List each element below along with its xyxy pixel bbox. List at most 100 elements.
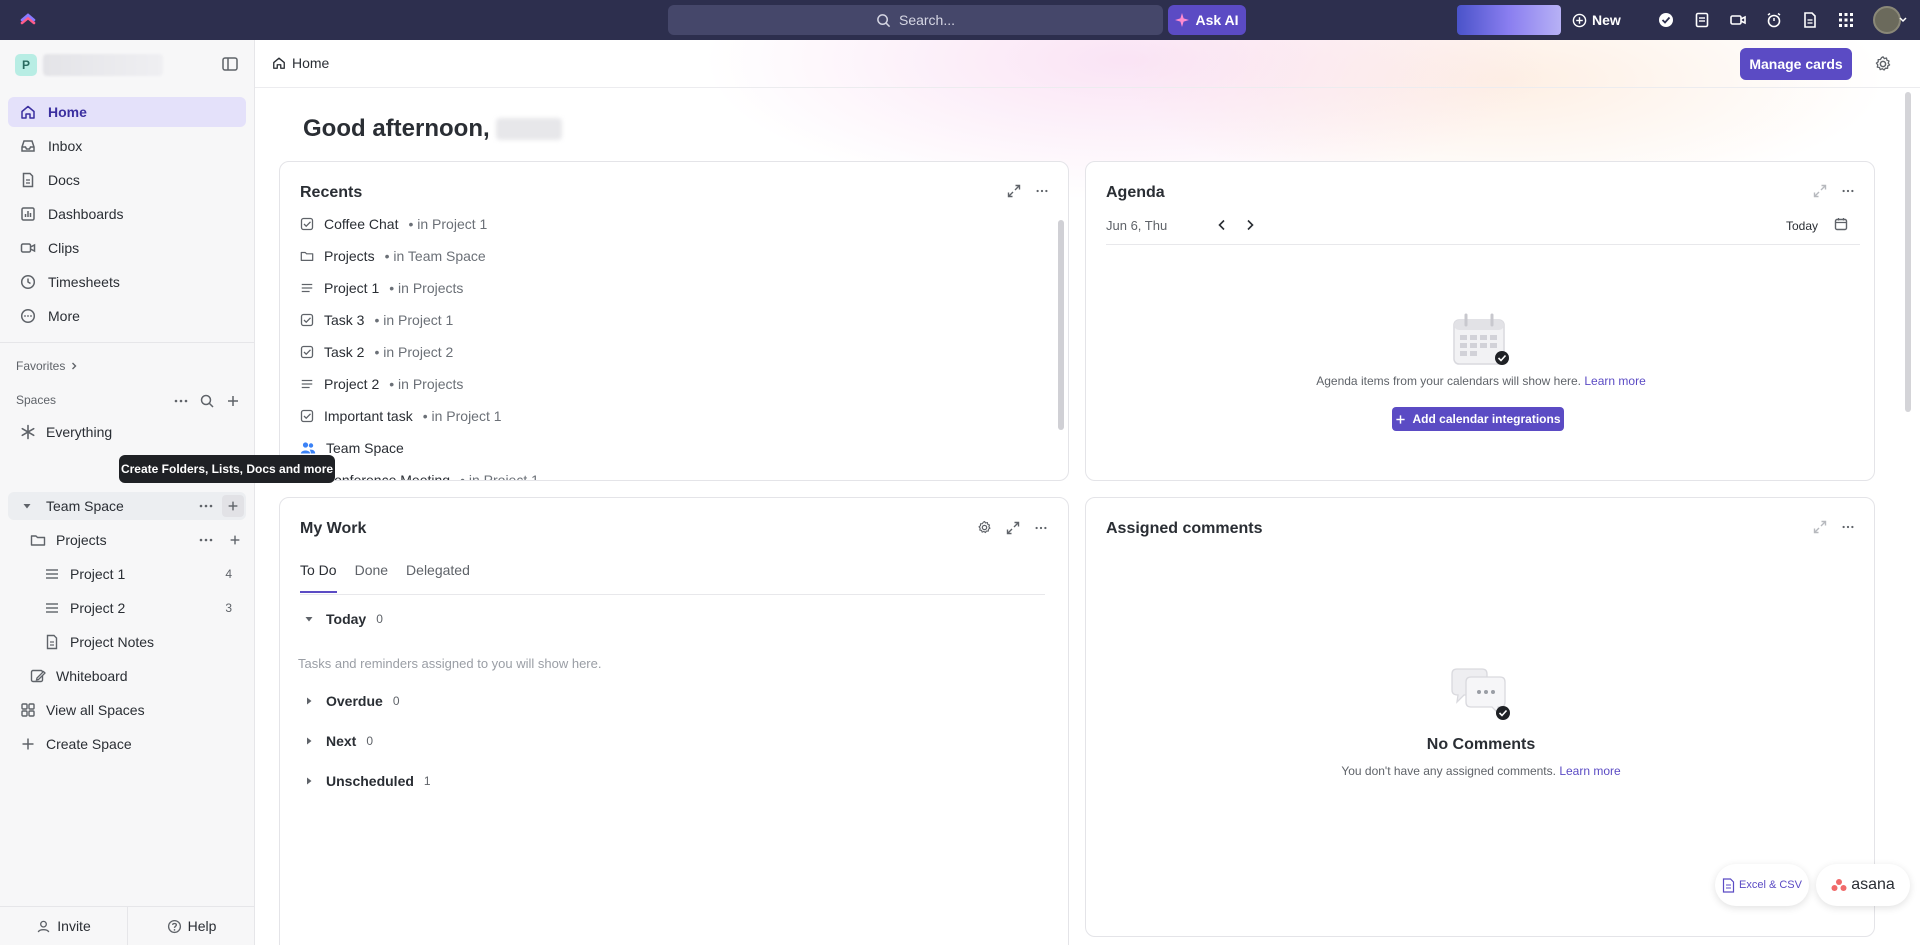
sidebar-item-label: Project 2 bbox=[70, 600, 126, 616]
ellipsis-icon[interactable] bbox=[198, 532, 214, 548]
search-icon[interactable] bbox=[199, 393, 215, 409]
video-icon[interactable] bbox=[1729, 11, 1747, 29]
caret-down-icon[interactable] bbox=[22, 501, 32, 511]
sidebar-item-everything[interactable]: Everything bbox=[20, 417, 112, 447]
chevron-right-icon[interactable] bbox=[1244, 218, 1256, 232]
new-button[interactable]: New bbox=[1572, 8, 1621, 32]
help-icon bbox=[167, 919, 181, 933]
tab-to-do[interactable]: To Do bbox=[300, 562, 337, 593]
ellipsis-icon[interactable] bbox=[198, 498, 214, 514]
sidebar: P Home Inbox Docs Dashboards Clips Times… bbox=[0, 40, 335, 945]
ellipsis-icon[interactable] bbox=[1034, 521, 1048, 535]
excel-csv-import-button[interactable]: Excel & CSV bbox=[1715, 864, 1809, 906]
asana-import-button[interactable]: asana bbox=[1816, 864, 1910, 906]
favorites-label: Favorites bbox=[16, 359, 66, 373]
alarm-clock-icon[interactable] bbox=[1765, 11, 1783, 29]
ask-ai-button[interactable]: Ask AI bbox=[1168, 5, 1246, 35]
assigned-comments-tools bbox=[1813, 520, 1855, 534]
ellipsis-icon[interactable] bbox=[1841, 520, 1855, 534]
task-icon bbox=[300, 217, 314, 231]
tab-delegated[interactable]: Delegated bbox=[406, 562, 470, 593]
sidebar-item-inbox[interactable]: Inbox bbox=[8, 131, 246, 161]
sidebar-item-label: Clips bbox=[48, 240, 80, 256]
invite-button[interactable]: Invite bbox=[0, 907, 127, 945]
tooltip: Create Folders, Lists, Docs and more bbox=[119, 455, 335, 483]
notepad-icon[interactable] bbox=[1693, 11, 1711, 29]
sidebar-item-label: Dashboards bbox=[48, 206, 124, 222]
sidebar-item-label: More bbox=[48, 308, 80, 324]
breadcrumb[interactable]: Home bbox=[272, 55, 329, 71]
tab-done[interactable]: Done bbox=[355, 562, 388, 593]
recent-item[interactable]: Conference Meeting • in Project 1 bbox=[300, 470, 539, 480]
add-to-space-button[interactable] bbox=[222, 495, 244, 517]
recent-item[interactable]: Project 1 • in Projects bbox=[300, 278, 463, 298]
help-button[interactable]: Help bbox=[127, 907, 255, 945]
search-bar[interactable]: Search... bbox=[668, 5, 1163, 35]
collapse-sidebar-icon[interactable] bbox=[221, 55, 239, 73]
ask-ai-label: Ask AI bbox=[1195, 12, 1239, 28]
recent-item[interactable]: Important task • in Project 1 bbox=[300, 406, 502, 426]
group-unscheduled[interactable]: Unscheduled 1 bbox=[304, 773, 431, 789]
sidebar-item-project-2[interactable]: Project 2 3 bbox=[44, 593, 244, 623]
sidebar-item-dashboards[interactable]: Dashboards bbox=[8, 199, 246, 229]
plus-icon bbox=[22, 738, 34, 750]
sidebar-item-more[interactable]: More bbox=[8, 301, 246, 331]
sidebar-item-project-1[interactable]: Project 1 4 bbox=[44, 559, 244, 589]
workspace-switcher[interactable]: P bbox=[15, 54, 163, 76]
clickup-logo[interactable] bbox=[18, 10, 38, 30]
expand-icon[interactable] bbox=[1813, 520, 1827, 534]
learn-more-link[interactable]: Learn more bbox=[1559, 764, 1620, 778]
ellipsis-icon[interactable] bbox=[1841, 184, 1855, 198]
today-button[interactable]: Today bbox=[1786, 219, 1818, 233]
chevron-left-icon[interactable] bbox=[1216, 218, 1228, 232]
document-icon[interactable] bbox=[1801, 11, 1819, 29]
calendar-icon[interactable] bbox=[1834, 217, 1848, 231]
expand-icon[interactable] bbox=[1813, 184, 1827, 198]
asterisk-icon bbox=[21, 424, 35, 440]
sidebar-item-timesheets[interactable]: Timesheets bbox=[8, 267, 246, 297]
recents-scrollbar[interactable] bbox=[1058, 220, 1064, 430]
sidebar-item-docs[interactable]: Docs bbox=[8, 165, 246, 195]
recent-item[interactable]: Task 3 • in Project 1 bbox=[300, 310, 453, 330]
assigned-comments-title: Assigned comments bbox=[1106, 520, 1263, 537]
ellipsis-icon[interactable] bbox=[1035, 184, 1049, 198]
favorites-header[interactable]: Favorites bbox=[16, 359, 79, 373]
sidebar-item-projects-folder[interactable]: Projects bbox=[30, 525, 107, 555]
expand-icon[interactable] bbox=[1006, 521, 1020, 535]
group-next[interactable]: Next 0 bbox=[304, 733, 373, 749]
recent-item[interactable]: Projects • in Team Space bbox=[300, 246, 486, 266]
chevron-down-icon[interactable] bbox=[1898, 16, 1908, 24]
apps-grid-icon[interactable] bbox=[1837, 11, 1855, 29]
sidebar-item-label: Whiteboard bbox=[56, 668, 128, 684]
gear-icon[interactable] bbox=[977, 520, 992, 535]
sidebar-item-project-notes[interactable]: Project Notes bbox=[44, 627, 154, 657]
ellipsis-icon[interactable] bbox=[173, 393, 189, 409]
gear-icon[interactable] bbox=[1874, 55, 1892, 73]
sidebar-item-whiteboard[interactable]: Whiteboard bbox=[30, 661, 128, 691]
expand-icon[interactable] bbox=[1007, 184, 1021, 198]
group-today[interactable]: Today 0 bbox=[304, 611, 383, 627]
sidebar-item-team-space[interactable]: Team Space bbox=[22, 491, 124, 521]
recent-item-name: Task 3 bbox=[324, 312, 365, 328]
promo-banner[interactable] bbox=[1457, 5, 1561, 35]
learn-more-link[interactable]: Learn more bbox=[1584, 374, 1645, 388]
manage-cards-button[interactable]: Manage cards bbox=[1740, 48, 1852, 80]
greeting-text: Good afternoon, bbox=[303, 115, 490, 142]
user-avatar[interactable] bbox=[1873, 6, 1901, 34]
sidebar-item-view-all-spaces[interactable]: View all Spaces bbox=[20, 695, 145, 725]
page-scrollbar[interactable] bbox=[1905, 92, 1911, 412]
check-circle-icon[interactable] bbox=[1657, 11, 1675, 29]
sidebar-item-create-space[interactable]: Create Space bbox=[20, 729, 132, 759]
workspace-badge: P bbox=[15, 54, 37, 76]
plus-icon[interactable] bbox=[228, 533, 242, 547]
plus-icon[interactable] bbox=[225, 393, 241, 409]
sidebar-item-clips[interactable]: Clips bbox=[8, 233, 246, 263]
sidebar-item-home[interactable]: Home bbox=[8, 97, 246, 127]
spaces-label: Spaces bbox=[16, 393, 57, 407]
add-calendar-integrations-button[interactable]: Add calendar integrations bbox=[1392, 407, 1564, 431]
recent-item[interactable]: Coffee Chat • in Project 1 bbox=[300, 214, 487, 234]
list-icon bbox=[300, 281, 314, 295]
group-overdue[interactable]: Overdue 0 bbox=[304, 693, 400, 709]
recent-item[interactable]: Project 2 • in Projects bbox=[300, 374, 463, 394]
recent-item[interactable]: Task 2 • in Project 2 bbox=[300, 342, 453, 362]
